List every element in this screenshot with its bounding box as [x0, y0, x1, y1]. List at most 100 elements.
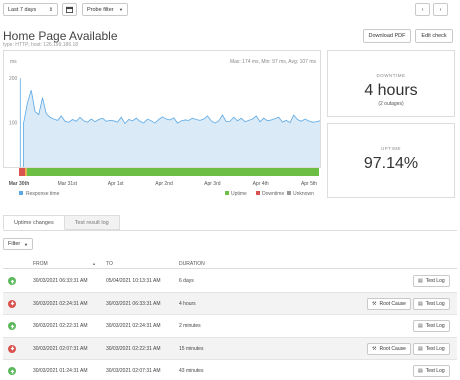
x-tick-label: Apr 3rd [204, 181, 221, 187]
x-tick-label: Mar 30th [9, 181, 30, 187]
sort-asc-icon[interactable]: ▲ [92, 261, 96, 266]
x-tick-label: Mar 31st [58, 181, 78, 187]
test-log-label: Test Log [425, 278, 445, 284]
test-log-button[interactable]: ▤ Test Log [413, 297, 450, 310]
cell-to: 30/03/2021 06:33:31 AM [106, 300, 161, 307]
legend-swatch [287, 191, 291, 195]
tab-test-result-log[interactable]: Test result log [64, 215, 120, 230]
legend-swatch [256, 191, 260, 195]
x-axis: Mar 30th Mar 31st Apr 1st Apr 2nd Apr 3rd Apr… [9, 181, 318, 187]
outage-count: (2 outages) [378, 101, 404, 107]
x-tick-label: Apr 4th [253, 181, 269, 187]
chevron-right-icon: › [439, 6, 442, 13]
date-range-label: Last 7 days [8, 6, 37, 13]
x-tick-label: Apr 1st [108, 181, 124, 187]
cell-duration: 4 hours [179, 300, 196, 307]
legend-label: Uptime [231, 191, 247, 197]
chart-stats: Max: 174 ms, Min: 97 ms, Avg: 107 ms [230, 59, 317, 65]
document-icon: ▤ [418, 368, 423, 374]
download-pdf-button[interactable]: Download PDF [363, 29, 411, 43]
document-icon: ▤ [418, 300, 423, 307]
status-up-icon [8, 367, 16, 375]
tab-divider [3, 230, 457, 231]
cell-duration: 2 minutes [179, 323, 201, 329]
cell-from: 30/03/2021 02:24:31 AM [33, 300, 88, 307]
next-period-button[interactable]: › [433, 3, 448, 16]
y-axis-label: ms [10, 59, 17, 65]
tab-uptime-changes[interactable]: Uptime changes [3, 215, 65, 230]
calendar-button[interactable] [62, 3, 77, 16]
x-tick-label: Apr 5th [301, 181, 317, 187]
root-cause-button[interactable]: ⚒ Root Cause [367, 342, 411, 355]
calendar-icon [66, 6, 73, 13]
edit-check-button[interactable]: Edit check [415, 29, 453, 43]
legend-label: Response time [26, 191, 60, 197]
y-tick-label: 100 [9, 121, 18, 127]
legend-swatch [19, 191, 23, 195]
cell-duration: 43 minutes [179, 368, 204, 374]
legend-label: Downtime [262, 191, 284, 197]
status-timeline [19, 168, 319, 176]
table-row: 30/03/2021 02:07:31 AM 30/03/2021 02:22:3… [3, 337, 457, 360]
cell-to: 30/03/2021 02:24:31 AM [106, 323, 161, 329]
probe-filter-label: Probe filter [87, 6, 114, 13]
cell-to: 30/03/2021 02:22:31 AM [106, 345, 161, 352]
uptime-card: UPTIME 97.14% [327, 123, 455, 198]
status-segment-up [26, 168, 319, 176]
column-duration[interactable]: DURATION [179, 261, 205, 267]
cell-to: 05/04/2021 10:13:31 AM [106, 278, 161, 284]
chart-legend: Response time Uptime Downtime Unknown [19, 191, 314, 197]
x-tick-label: Apr 2nd [155, 181, 173, 187]
test-log-label: Test Log [425, 300, 445, 307]
column-from[interactable]: FROM [33, 261, 48, 267]
outage-gap [20, 56, 24, 167]
tab-bar: Uptime changes Test result log [3, 215, 120, 230]
filter-dropdown[interactable]: Filter ▼ [3, 238, 33, 250]
response-time-line [19, 90, 321, 125]
downtime-card: DOWNTIME 4 hours (2 outages) [327, 50, 455, 117]
test-log-button[interactable]: ▤ Test Log [413, 320, 450, 332]
legend-label: Unknown [293, 191, 314, 197]
root-cause-label: Root Cause [379, 345, 406, 352]
status-segment-down [19, 168, 25, 176]
tools-icon: ⚒ [372, 300, 377, 307]
prev-period-button[interactable]: ‹ [415, 3, 430, 16]
downtime-label: DOWNTIME [376, 73, 406, 78]
root-cause-button[interactable]: ⚒ Root Cause [367, 297, 411, 310]
check-subtitle: type: HTTP; host: 126.199.186.18 [3, 42, 79, 48]
filter-label: Filter [8, 241, 21, 247]
date-range-select[interactable]: Last 7 days ⇕ [3, 3, 58, 16]
column-to[interactable]: TO [106, 261, 113, 267]
cell-from: 30/03/2021 01:24:31 AM [33, 368, 88, 374]
downtime-value: 4 hours [364, 82, 418, 99]
table-row: 30/03/2021 02:24:31 AM 30/03/2021 06:33:3… [3, 292, 457, 315]
test-log-button[interactable]: ▤ Test Log [413, 365, 450, 377]
y-tick-label: 200 [9, 76, 18, 82]
uptime-value: 97.14% [363, 155, 419, 172]
caret-down-icon: ▼ [24, 241, 28, 247]
test-log-label: Test Log [425, 323, 445, 329]
response-time-chart: ms 100 200 Max: 174 ms, Min: 97 ms, Avg: 10… [3, 50, 321, 168]
uptime-label: UPTIME [380, 146, 401, 151]
cell-to: 30/03/2021 02:07:31 AM [106, 368, 161, 374]
probe-filter-dropdown[interactable]: Probe filter ▼ [82, 3, 128, 16]
test-log-button[interactable]: ▤ Test Log [413, 342, 450, 355]
table-row: 30/03/2021 01:24:31 AM 30/03/2021 02:07:3… [3, 360, 457, 380]
table-header: FROM ▲ TO DURATION [3, 259, 457, 269]
document-icon: ▤ [418, 323, 423, 329]
response-time-area [20, 90, 320, 167]
test-log-label: Test Log [425, 345, 445, 352]
status-down-icon [8, 299, 16, 308]
cell-duration: 15 minutes [179, 345, 204, 352]
cell-duration: 6 days [179, 278, 194, 284]
root-cause-label: Root Cause [379, 300, 406, 307]
legend-swatch [225, 191, 229, 195]
response-time-plot: ms 100 200 Max: 174 ms, Min: 97 ms, Avg: 10… [9, 56, 321, 167]
test-log-button[interactable]: ▤ Test Log [413, 275, 450, 287]
cell-from: 30/03/2021 06:33:31 AM [33, 278, 88, 284]
status-up-icon [8, 322, 16, 330]
sort-arrows-icon: ⇕ [48, 6, 53, 13]
cell-from: 30/03/2021 02:22:31 AM [33, 323, 88, 329]
cell-from: 30/03/2021 02:07:31 AM [33, 345, 88, 352]
table-row: 30/03/2021 06:33:31 AM 05/04/2021 10:13:3… [3, 270, 457, 293]
